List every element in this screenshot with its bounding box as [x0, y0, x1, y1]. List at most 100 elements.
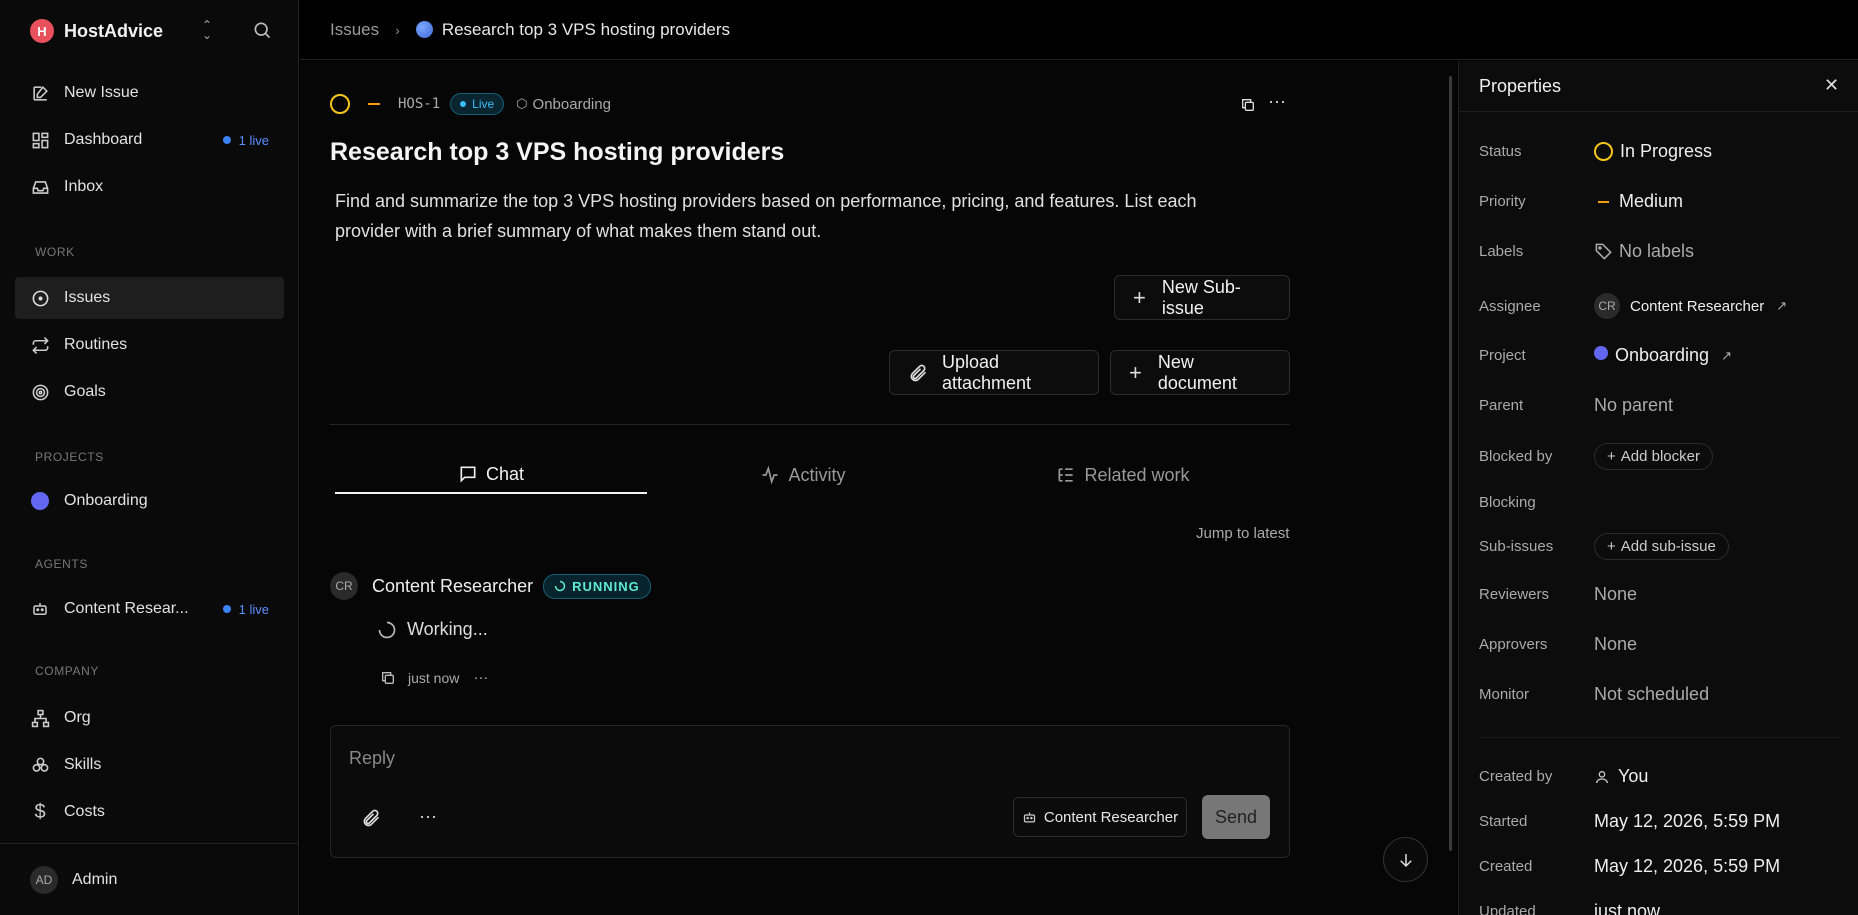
new-subissue-button[interactable]: + New Sub-issue [1114, 275, 1290, 320]
scrollbar[interactable] [1449, 76, 1452, 851]
sidebar-item-goals[interactable]: Goals [15, 371, 284, 413]
property-reviewers: Reviewers None [1479, 584, 1638, 605]
property-blocked-by: Blocked by + Add blocker [1479, 443, 1839, 470]
issue-description[interactable]: Find and summarize the top 3 VPS hosting… [335, 186, 1265, 246]
add-blocker-button[interactable]: + Add blocker [1594, 443, 1713, 470]
copy-icon[interactable] [1240, 97, 1256, 118]
spinner-icon [377, 620, 397, 640]
avatar: AD [30, 866, 58, 894]
sidebar-item-inbox[interactable]: Inbox [15, 166, 284, 208]
more-options-icon[interactable]: ··· [473, 669, 488, 686]
external-link-icon[interactable]: ↗ [1776, 298, 1787, 314]
sidebar-item-routines[interactable]: Routines [15, 324, 284, 366]
property-created-by: Created by You [1479, 766, 1649, 786]
user-menu[interactable]: AD Admin [0, 843, 299, 915]
new-document-button[interactable]: + New document [1110, 350, 1290, 395]
labels-select[interactable]: No labels [1594, 241, 1694, 262]
reviewers-select[interactable]: None [1594, 584, 1637, 605]
property-priority: Priority Medium [1479, 191, 1684, 212]
jump-to-latest-link[interactable]: Jump to latest [1196, 525, 1289, 542]
upload-attachment-button[interactable]: Upload attachment [889, 350, 1099, 395]
live-badge: 1 live [222, 133, 269, 148]
divider [1459, 111, 1858, 112]
sidebar-item-label: Onboarding [64, 492, 148, 509]
sidebar-item-content-researcher[interactable]: Content Resear... 1 live [15, 588, 284, 630]
divider [1479, 737, 1839, 738]
paperclip-icon [908, 363, 928, 383]
circle-dot-icon [30, 288, 50, 308]
section-label-work: WORK [35, 245, 75, 259]
user-icon [1594, 769, 1610, 785]
assignee-select[interactable]: CR Content Researcher ↗ [1594, 293, 1787, 319]
plus-icon: + [1607, 538, 1616, 555]
message-author[interactable]: Content Researcher [372, 576, 533, 597]
sidebar: H HostAdvice ⌃ ⌄ New Issue Dashboard 1 li… [0, 0, 299, 915]
property-created: Created May 12, 2026, 5:59 PM [1479, 856, 1781, 876]
scroll-to-bottom-button[interactable] [1383, 837, 1428, 882]
breadcrumb: Issues › Research top 3 VPS hosting prov… [300, 0, 1858, 60]
property-assignee: Assignee CR Content Researcher ↗ [1479, 293, 1839, 319]
chat-message-header: CR Content Researcher RUNNING [330, 572, 651, 600]
sidebar-item-skills[interactable]: Skills [15, 744, 284, 786]
status-select[interactable]: In Progress [1594, 141, 1712, 162]
dashboard-icon [30, 130, 50, 150]
property-parent: Parent No parent [1479, 395, 1674, 416]
reply-input[interactable]: Reply [349, 748, 395, 769]
more-options-icon[interactable]: ··· [1268, 91, 1286, 112]
paperclip-icon[interactable] [361, 808, 381, 828]
avatar: CR [1594, 293, 1620, 319]
search-icon[interactable] [252, 20, 272, 45]
project-tag[interactable]: ⬡ Onboarding [516, 96, 611, 113]
sidebar-item-org[interactable]: Org [15, 697, 284, 739]
issue-meta: HOS-1 Live ⬡ Onboarding [330, 93, 611, 115]
property-approvers: Approvers None [1479, 634, 1638, 655]
approvers-select[interactable]: None [1594, 634, 1637, 655]
status-icon [1594, 142, 1613, 161]
issue-detail: HOS-1 Live ⬡ Onboarding ··· Research top… [300, 61, 1457, 915]
chevron-up-down-icon[interactable]: ⌃ ⌄ [202, 19, 212, 41]
copy-icon[interactable] [380, 670, 396, 686]
parent-select[interactable]: No parent [1594, 395, 1673, 416]
hexagon-icon: ⬡ [516, 96, 528, 111]
send-button[interactable]: Send [1202, 795, 1270, 839]
tab-activity[interactable]: Activity [647, 456, 959, 494]
priority-medium-icon [1598, 200, 1609, 203]
breadcrumb-current: Research top 3 VPS hosting providers [441, 19, 731, 39]
sidebar-item-label: Dashboard [64, 131, 143, 148]
add-subissue-button[interactable]: + Add sub-issue [1594, 533, 1729, 560]
priority-medium-icon[interactable] [368, 103, 380, 105]
repeat-icon [30, 335, 50, 355]
monitor-select[interactable]: Not scheduled [1594, 684, 1709, 705]
more-options-icon[interactable]: ··· [419, 806, 437, 827]
status-icon[interactable] [330, 94, 350, 114]
external-link-icon[interactable]: ↗ [1721, 348, 1732, 364]
tab-related-work[interactable]: Related work [959, 456, 1287, 494]
section-label-projects: PROJECTS [35, 450, 104, 464]
brand-logo: H [30, 19, 54, 43]
live-badge: Live [450, 93, 505, 115]
plus-icon: + [1607, 448, 1616, 465]
properties-panel: Properties ✕ Status In Progress Priority… [1458, 61, 1858, 915]
arrow-down-icon [1397, 851, 1415, 869]
sidebar-item-issues[interactable]: Issues [15, 277, 284, 319]
skills-icon [30, 755, 50, 775]
inbox-icon [30, 177, 50, 197]
sidebar-item-costs[interactable]: $ Costs [15, 791, 284, 833]
sidebar-item-dashboard[interactable]: Dashboard 1 live [15, 119, 284, 161]
agent-selector[interactable]: Content Researcher [1013, 797, 1187, 837]
project-select[interactable]: Onboarding ↗ [1594, 345, 1732, 366]
sidebar-item-label: Content Resear... [64, 600, 189, 617]
project-color-dot [30, 491, 50, 511]
priority-select[interactable]: Medium [1594, 191, 1683, 212]
sidebar-item-new-issue[interactable]: New Issue [15, 72, 284, 114]
project-color-dot [1594, 345, 1608, 360]
tab-chat[interactable]: Chat [335, 456, 647, 494]
panel-title: Properties [1479, 76, 1562, 96]
workspace-switcher[interactable]: H HostAdvice [30, 18, 163, 44]
close-icon[interactable]: ✕ [1824, 75, 1839, 96]
org-icon [30, 708, 50, 728]
property-updated: Updated just now [1479, 901, 1661, 915]
tag-icon [1594, 242, 1613, 261]
sidebar-item-onboarding[interactable]: Onboarding [15, 480, 284, 522]
breadcrumb-issues-link[interactable]: Issues [330, 20, 379, 40]
